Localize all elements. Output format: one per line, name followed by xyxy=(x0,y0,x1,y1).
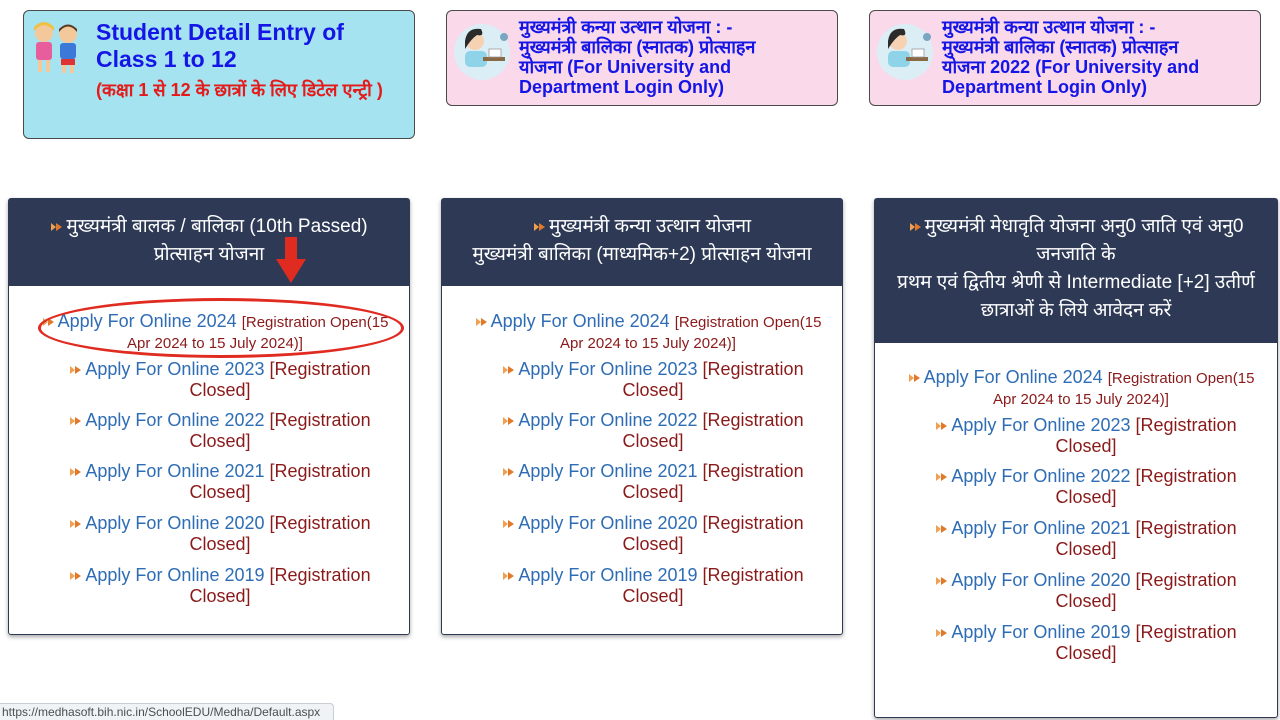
kanya-utthan-2022-tile[interactable]: मुख्यमंत्री कन्या उत्थान योजना : - मुख्य… xyxy=(869,10,1261,106)
card-heading-line: मुख्यमंत्री बालिका (माध्यमिक+2) प्रोत्सा… xyxy=(472,244,812,265)
apply-online-2020-link[interactable]: Apply For Online 2020 xyxy=(85,513,264,533)
kanya-tile-line: Department Login Only) xyxy=(519,77,725,97)
list-item: Apply For Online 2023 [Registration Clos… xyxy=(55,359,385,401)
double-chevron-bullet-icon xyxy=(533,222,545,231)
card-header: मुख्यमंत्री मेधावृति योजना अनु0 जाति एवं… xyxy=(875,199,1277,343)
double-chevron-bullet-icon xyxy=(909,222,921,231)
kanya-tile-line: योजना 2022 (For University and xyxy=(942,57,1200,77)
double-chevron-bullet-icon xyxy=(70,468,82,477)
list-item: Apply For Online 2023 [Registration Clos… xyxy=(488,359,818,401)
list-item: Apply For Online 2024 [Registration Open… xyxy=(895,367,1267,409)
list-item: Apply For Online 2022 [Registration Clos… xyxy=(921,466,1251,508)
student-tile-subtitle: (कक्षा 1 से 12 के छात्रों के लिए डिटेल ए… xyxy=(96,80,383,100)
apply-online-2019-link[interactable]: Apply For Online 2019 xyxy=(951,622,1130,642)
double-chevron-bullet-icon xyxy=(503,572,515,581)
scheme-card-medhavriti-sc-st: मुख्यमंत्री मेधावृति योजना अनु0 जाति एवं… xyxy=(874,198,1278,718)
card-header: मुख्यमंत्री बालक / बालिका (10th Passed) … xyxy=(9,199,409,286)
girl-studying-illustration-icon xyxy=(454,24,510,80)
girl-studying-illustration-icon xyxy=(877,24,933,80)
list-item: Apply For Online 2020 [Registration Clos… xyxy=(921,570,1251,612)
double-chevron-bullet-icon xyxy=(936,473,948,482)
card-heading-line: प्रोत्साहन योजना xyxy=(153,244,265,265)
apply-online-2023-link[interactable]: Apply For Online 2023 xyxy=(951,415,1130,435)
double-chevron-bullet-icon xyxy=(70,417,82,426)
list-item: Apply For Online 2021 [Registration Clos… xyxy=(55,461,385,503)
double-chevron-bullet-icon xyxy=(503,366,515,375)
double-chevron-bullet-icon xyxy=(936,525,948,534)
apply-online-2024-link[interactable]: Apply For Online 2024 xyxy=(924,367,1103,387)
double-chevron-bullet-icon xyxy=(503,417,515,426)
card-heading-line: छात्राओं के लिये आवेदन करें xyxy=(980,300,1172,321)
list-item: Apply For Online 2019 [Registration Clos… xyxy=(921,622,1251,664)
double-chevron-bullet-icon xyxy=(503,520,515,529)
list-item: Apply For Online 2020 [Registration Clos… xyxy=(488,513,818,555)
double-chevron-bullet-icon xyxy=(51,222,63,231)
list-item: Apply For Online 2021 [Registration Clos… xyxy=(488,461,818,503)
card-heading-line: प्रथम एवं द्वितीय श्रेणी से Intermediate… xyxy=(897,272,1255,293)
list-item: Apply For Online 2024 [Registration Open… xyxy=(462,311,834,353)
card-header: मुख्यमंत्री कन्या उत्थान योजना मुख्यमंत्… xyxy=(442,199,842,286)
apply-online-2023-link[interactable]: Apply For Online 2023 xyxy=(518,359,697,379)
kanya-utthan-2022-tile-text: मुख्यमंत्री कन्या उत्थान योजना : - मुख्य… xyxy=(942,17,1256,97)
kanya-tile-line: Department Login Only) xyxy=(942,77,1148,97)
card-heading-line: मुख्यमंत्री बालक / बालिका (10th Passed) xyxy=(66,216,368,237)
kanya-tile-line: मुख्यमंत्री बालिका (स्नातक) प्रोत्साहन xyxy=(942,37,1179,57)
apply-online-2019-link[interactable]: Apply For Online 2019 xyxy=(85,565,264,585)
double-chevron-bullet-icon xyxy=(70,366,82,375)
apply-online-2024-link[interactable]: Apply For Online 2024 xyxy=(491,311,670,331)
double-chevron-bullet-icon xyxy=(503,468,515,477)
list-item: Apply For Online 2022 [Registration Clos… xyxy=(55,410,385,452)
card-heading-line: मुख्यमंत्री मेधावृति योजना अनु0 जाति एवं… xyxy=(924,216,1244,237)
list-item: Apply For Online 2022 [Registration Clos… xyxy=(488,410,818,452)
kanya-utthan-tile[interactable]: मुख्यमंत्री कन्या उत्थान योजना : - मुख्य… xyxy=(446,10,838,106)
children-illustration-icon xyxy=(34,22,77,73)
scheme-card-kanya-utthan-plus2: मुख्यमंत्री कन्या उत्थान योजना मुख्यमंत्… xyxy=(441,198,843,635)
status-bar-url: https://medhasoft.bih.nic.in/SchoolEDU/M… xyxy=(0,703,334,720)
double-chevron-bullet-icon xyxy=(42,318,54,327)
list-item: Apply For Online 2023 [Registration Clos… xyxy=(921,415,1251,457)
list-item: Apply For Online 2021 [Registration Clos… xyxy=(921,518,1251,560)
scheme-card-10th-passed: मुख्यमंत्री बालक / बालिका (10th Passed) … xyxy=(8,198,410,635)
double-chevron-bullet-icon xyxy=(936,422,948,431)
kanya-utthan-tile-text: मुख्यमंत्री कन्या उत्थान योजना : - मुख्य… xyxy=(519,17,833,97)
kanya-tile-line: मुख्यमंत्री बालिका (स्नातक) प्रोत्साहन xyxy=(519,37,756,57)
red-down-arrow-icon xyxy=(276,237,306,283)
apply-online-2020-link[interactable]: Apply For Online 2020 xyxy=(951,570,1130,590)
double-chevron-bullet-icon xyxy=(908,374,920,383)
list-item: Apply For Online 2024 [Registration Open… xyxy=(29,311,401,353)
kanya-tile-line: मुख्यमंत्री कन्या उत्थान योजना : - xyxy=(519,17,733,37)
list-item: Apply For Online 2019 [Registration Clos… xyxy=(55,565,385,607)
double-chevron-bullet-icon xyxy=(936,629,948,638)
apply-online-2021-link[interactable]: Apply For Online 2021 xyxy=(951,518,1130,538)
apply-online-2020-link[interactable]: Apply For Online 2020 xyxy=(518,513,697,533)
apply-online-2021-link[interactable]: Apply For Online 2021 xyxy=(85,461,264,481)
student-tile-title: Student Detail Entry of Class 1 to 12 xyxy=(96,19,344,72)
card-heading-line: मुख्यमंत्री कन्या उत्थान योजना xyxy=(548,216,752,237)
double-chevron-bullet-icon xyxy=(70,520,82,529)
list-item: Apply For Online 2020 [Registration Clos… xyxy=(55,513,385,555)
apply-online-2022-link[interactable]: Apply For Online 2022 xyxy=(85,410,264,430)
apply-online-2024-link[interactable]: Apply For Online 2024 xyxy=(58,311,237,331)
double-chevron-bullet-icon xyxy=(70,572,82,581)
apply-online-2022-link[interactable]: Apply For Online 2022 xyxy=(951,466,1130,486)
apply-online-2021-link[interactable]: Apply For Online 2021 xyxy=(518,461,697,481)
card-heading-line: जनजाति के xyxy=(1036,244,1116,265)
kanya-tile-line: मुख्यमंत्री कन्या उत्थान योजना : - xyxy=(942,17,1156,37)
student-detail-entry-tile[interactable]: Student Detail Entry of Class 1 to 12 (क… xyxy=(23,10,415,139)
apply-online-2019-link[interactable]: Apply For Online 2019 xyxy=(518,565,697,585)
kanya-tile-line: योजना (For University and xyxy=(519,57,732,77)
double-chevron-bullet-icon xyxy=(475,318,487,327)
apply-online-2022-link[interactable]: Apply For Online 2022 xyxy=(518,410,697,430)
list-item: Apply For Online 2019 [Registration Clos… xyxy=(488,565,818,607)
apply-online-2023-link[interactable]: Apply For Online 2023 xyxy=(85,359,264,379)
double-chevron-bullet-icon xyxy=(936,577,948,586)
